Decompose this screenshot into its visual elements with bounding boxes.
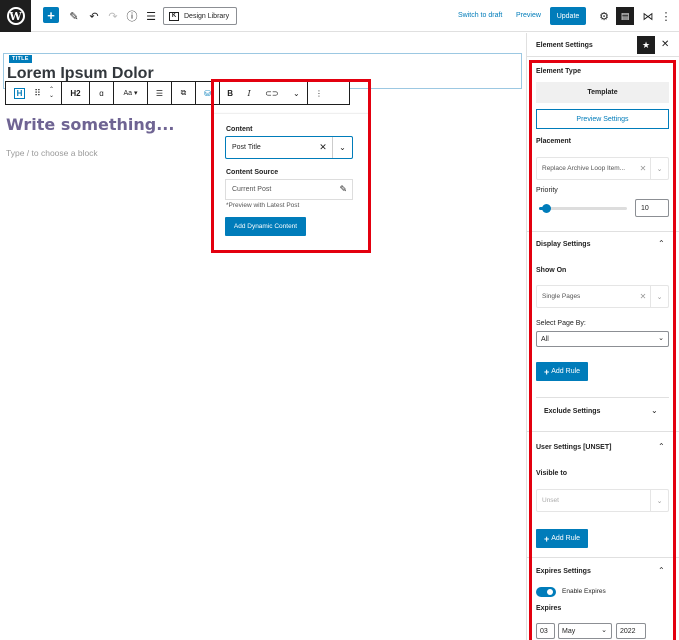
top-toolbar: W + ✎ ↶ ↷ ⓘ ☰ K Design Library Switch to… <box>0 0 679 32</box>
gear-icon[interactable]: ⚙ <box>596 8 612 24</box>
dynamic-link-icon[interactable]: ɑ <box>99 89 103 98</box>
undo-icon[interactable]: ↶ <box>86 8 102 24</box>
drag-handle-icon[interactable]: ⠿ <box>31 88 45 99</box>
info-icon[interactable]: ⓘ <box>124 8 140 24</box>
title-tag: TITLE <box>9 55 32 63</box>
highlight-box <box>211 79 371 253</box>
more-options-icon[interactable]: ⋮ <box>658 8 674 24</box>
switch-to-draft-button[interactable]: Switch to draft <box>458 12 502 19</box>
font-size-button[interactable]: Aa ▾ <box>123 89 137 97</box>
copy-style-icon[interactable]: ⧉ <box>181 88 187 98</box>
move-up-down-icon[interactable]: ⌃ ⌄ <box>45 87 59 99</box>
wordpress-logo-icon[interactable]: W <box>0 0 31 32</box>
kadence-blocks-icon[interactable]: ⋈ <box>640 8 656 24</box>
update-button[interactable]: Update <box>550 7 586 25</box>
block-appender[interactable]: Type / to choose a block <box>6 148 98 158</box>
align-icon[interactable]: ☰ <box>156 89 163 98</box>
heading-level-button[interactable]: H2 <box>70 89 80 98</box>
heading-block-icon[interactable]: H <box>9 87 31 99</box>
paragraph-placeholder[interactable]: Write something... <box>6 115 174 134</box>
dynamic-content-icon[interactable]: ⛁ <box>204 89 211 98</box>
highlight-box <box>529 60 676 640</box>
star-icon[interactable]: ★ <box>637 36 655 54</box>
design-library-label: Design Library <box>184 12 230 20</box>
list-view-icon[interactable]: ☰ <box>143 8 159 24</box>
design-library-button[interactable]: K Design Library <box>163 7 237 25</box>
preview-button[interactable]: Preview <box>516 12 541 19</box>
sidebar-title: Element Settings <box>536 42 593 49</box>
redo-icon[interactable]: ↷ <box>105 8 121 24</box>
add-block-button[interactable]: + <box>43 7 59 23</box>
element-settings-icon[interactable]: ▤ <box>616 7 634 25</box>
kadence-icon: K <box>169 11 179 21</box>
pencil-tools-icon[interactable]: ✎ <box>66 8 82 24</box>
close-icon[interactable]: ✕ <box>661 39 669 50</box>
sidebar-header: Element Settings ★ ✕ <box>527 33 679 57</box>
